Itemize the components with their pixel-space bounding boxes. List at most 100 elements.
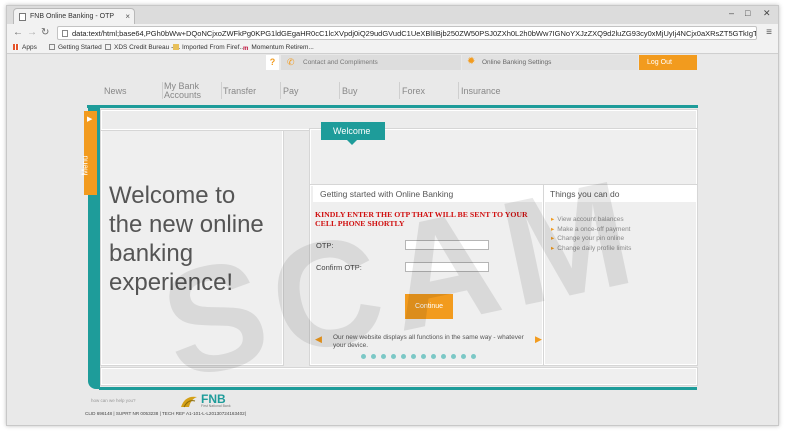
contact-compliments-link[interactable]: ✆ Contact and Compliments: [281, 55, 461, 70]
bullet-arrow-icon: ▸: [551, 235, 555, 242]
carousel-dot[interactable]: [471, 354, 476, 359]
carousel-line: your device.: [333, 342, 369, 349]
carousel-dot[interactable]: [441, 354, 446, 359]
nav-transfer[interactable]: Transfer: [223, 87, 256, 96]
continue-button[interactable]: Continue: [405, 294, 453, 319]
things-item[interactable]: ▸ Change daily profile limits: [551, 244, 631, 254]
close-window-icon[interactable]: ✕: [763, 8, 771, 19]
contact-label: Contact and Compliments: [303, 59, 378, 66]
bookmark-xds[interactable]: XDS Credit Bureau - ...: [105, 44, 180, 51]
fnb-tree-logo-icon: [181, 396, 197, 408]
confirm-otp-input[interactable]: [405, 262, 489, 272]
bookmark-imported[interactable]: Imported From Firef...: [173, 44, 245, 51]
things-item[interactable]: ▸ Change your pin online: [551, 234, 631, 244]
nav-separator: [458, 82, 459, 99]
nav-separator: [221, 82, 222, 99]
nav-news[interactable]: News: [104, 87, 127, 96]
nav-insurance[interactable]: Insurance: [461, 87, 501, 96]
carousel-next-icon[interactable]: ▶: [535, 334, 542, 345]
bookmark-label: Apps: [22, 44, 37, 51]
carousel-dot[interactable]: [461, 354, 466, 359]
carousel-dot[interactable]: [371, 354, 376, 359]
page-favicon-icon: [19, 13, 26, 21]
apps-grid-icon: [13, 44, 19, 50]
help-icon[interactable]: ?: [266, 55, 279, 70]
bookmark-label: XDS Credit Bureau - ...: [114, 44, 181, 51]
otp-input[interactable]: [405, 240, 489, 250]
bookmark-label: Momentum Retirem...: [251, 44, 314, 51]
address-bar[interactable]: data:text/html;base64,PGh0bWw+DQoNCjxoZW…: [57, 26, 757, 40]
bookmark-momentum[interactable]: m Momentum Retirem...: [243, 44, 314, 52]
things-item[interactable]: ▸ Make a once-off payment: [551, 225, 631, 235]
maximize-icon[interactable]: □: [745, 8, 750, 18]
carousel-dot[interactable]: [451, 354, 456, 359]
online-banking-settings-link[interactable]: ✹ Online Banking Settings: [462, 55, 638, 70]
nav-separator: [280, 82, 281, 99]
welcome-heading: Welcome to the new online banking experi…: [109, 181, 264, 297]
momentum-icon: m: [243, 46, 249, 52]
welcome-line: Welcome to: [109, 182, 236, 209]
things-list: ▸ View account balances ▸ Make a once-off …: [551, 215, 631, 253]
minimize-icon[interactable]: –: [729, 8, 734, 18]
top-strip-panel: [101, 110, 697, 130]
otp-label: OTP:: [316, 241, 334, 250]
forward-icon[interactable]: →: [27, 27, 37, 38]
carousel-dot[interactable]: [361, 354, 366, 359]
nav-pay[interactable]: Pay: [283, 87, 299, 96]
welcome-line: the new online: [109, 211, 264, 238]
tab-strip: FNB Online Banking - OTP × – □ ✕: [7, 6, 778, 24]
bullet-arrow-icon: ▸: [551, 244, 555, 252]
nav-divider: [87, 105, 698, 108]
browser-menu-icon[interactable]: ≡: [766, 27, 772, 38]
menu-toggle[interactable]: ▶ Menu: [80, 111, 97, 195]
carousel-prev-icon[interactable]: ◀: [315, 334, 322, 345]
bullet-arrow-icon: ▸: [551, 216, 555, 223]
browser-tab[interactable]: FNB Online Banking - OTP ×: [13, 8, 135, 24]
carousel-dot[interactable]: [391, 354, 396, 359]
nav-separator: [339, 82, 340, 99]
alert-line: KINDLY ENTER THE OTP THAT WILL BE SENT T…: [315, 210, 528, 219]
page-icon: [62, 30, 68, 37]
reload-icon[interactable]: ↻: [41, 27, 49, 38]
tab-title: FNB Online Banking - OTP: [30, 13, 115, 20]
welcome-tab-label: Welcome: [333, 126, 371, 136]
welcome-line: experience!: [109, 269, 234, 296]
things-item[interactable]: ▸ View account balances: [551, 215, 631, 225]
nav-buy[interactable]: Buy: [342, 87, 358, 96]
confirm-otp-label: Confirm OTP:: [316, 263, 362, 272]
back-icon[interactable]: ←: [13, 27, 23, 38]
carousel-dot[interactable]: [381, 354, 386, 359]
otp-alert: KINDLY ENTER THE OTP THAT WILL BE SENT T…: [315, 210, 543, 228]
carousel-dot[interactable]: [431, 354, 436, 359]
bookmark-label: Imported From Firef...: [182, 44, 245, 51]
welcome-tab[interactable]: Welcome: [321, 122, 385, 145]
logout-button[interactable]: Log Out: [639, 55, 697, 70]
nav-my-bank-accounts[interactable]: My Bank Accounts: [164, 82, 214, 100]
menu-label: Menu: [80, 155, 90, 176]
footer-reference: CLID 696148 | SUPRT NR 0053238 | TECH RE…: [85, 411, 246, 416]
url-text: data:text/html;base64,PGh0bWw+DQoNCjxoZW…: [72, 29, 757, 38]
bookmark-label: Getting Started: [58, 44, 102, 51]
things-item-label: Change your pin online: [557, 235, 625, 242]
carousel-text: Our new website displays all functions i…: [333, 334, 533, 350]
bottom-divider: [99, 387, 697, 390]
carousel-dot[interactable]: [411, 354, 416, 359]
bookmark-getting-started[interactable]: Getting Started: [49, 44, 102, 51]
nav-separator: [399, 82, 400, 99]
welcome-line: banking: [109, 240, 194, 267]
browser-window: FNB Online Banking - OTP × – □ ✕ ← → ↻ d…: [6, 5, 779, 426]
bookmark-apps[interactable]: Apps: [13, 44, 37, 51]
nav-separator: [162, 82, 163, 99]
fnb-brand-sub: First National Bank: [201, 404, 231, 408]
getting-started-title: Getting started with Online Banking: [313, 185, 543, 202]
things-item-label: View account balances: [557, 216, 624, 223]
settings-label: Online Banking Settings: [482, 59, 552, 66]
tab-close-icon[interactable]: ×: [125, 12, 130, 21]
carousel-dot[interactable]: [421, 354, 426, 359]
nav-forex[interactable]: Forex: [402, 87, 425, 96]
things-title: Things you can do: [544, 185, 696, 202]
things-item-label: Change daily profile limits: [557, 244, 632, 252]
carousel-dot[interactable]: [401, 354, 406, 359]
phone-icon: ✆: [287, 57, 295, 67]
page-icon: [49, 44, 55, 50]
